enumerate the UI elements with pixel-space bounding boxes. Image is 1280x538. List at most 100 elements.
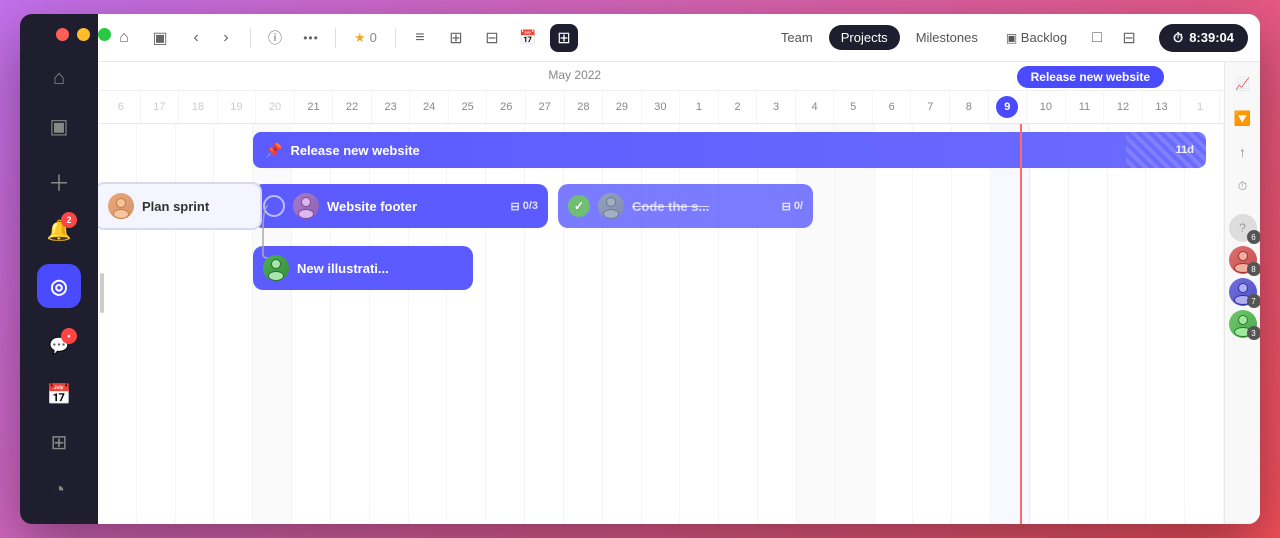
task-release-bar[interactable]: 📌 Release new website 11d (253, 132, 1206, 168)
avatar-unknown[interactable]: ? 6 (1229, 214, 1257, 242)
clock-time: 8:39:04 (1189, 30, 1234, 45)
sidebar-toggle-icon[interactable]: ▣ (146, 24, 174, 52)
sort-icon[interactable]: ↑ (1229, 138, 1257, 166)
gantt-area: May 2022 Release new website 6 17 18 19 … (98, 62, 1224, 524)
tab-projects[interactable]: Projects (829, 25, 900, 50)
day-m4: 4 (796, 91, 835, 123)
code-checkbox[interactable]: ✓ (568, 195, 590, 217)
cal-view-icon[interactable]: 📅 (514, 24, 542, 52)
days-row: 6 17 18 19 20 21 22 23 24 25 26 27 28 29 (98, 90, 1224, 123)
day-m13: 13 (1143, 91, 1182, 123)
today-line (1020, 124, 1022, 524)
tab-team[interactable]: Team (769, 25, 825, 50)
day-23: 23 (372, 91, 411, 123)
window-icon[interactable]: □ (1083, 24, 1111, 52)
website-footer-avatar (293, 193, 319, 219)
red-count: 8 (1247, 262, 1261, 276)
new-illustrati-avatar (263, 255, 289, 281)
grid-col-m6 (875, 124, 914, 524)
day-m14: 1 (1181, 91, 1220, 123)
gantt-view-icon[interactable]: ⊞ (550, 24, 578, 52)
gantt-container: May 2022 Release new website 6 17 18 19 … (98, 62, 1260, 524)
home-toolbar-icon[interactable]: ⌂ (110, 24, 138, 52)
green-count: 3 (1247, 326, 1261, 340)
task-new-illustrati[interactable]: New illustrati... (253, 246, 473, 290)
sidebar-item-layout[interactable]: ▣ (37, 104, 81, 148)
share-icon[interactable]: ⊟ (1115, 24, 1143, 52)
code-label: Code the s... (632, 199, 709, 214)
filter-icon[interactable]: 🔽 (1229, 104, 1257, 132)
toolbar: ⌂ ▣ ‹ › ⓘ ••• ★ 0 ≡ ⊞ ⊟ 📅 ⊞ Team Project (98, 14, 1260, 62)
sidebar-item-home[interactable]: ⌂ (37, 56, 81, 100)
sidebar-item-analytics[interactable]: ◔ (37, 468, 81, 512)
sidebar-item-chat[interactable]: 💬 • (37, 324, 81, 368)
tab-milestones[interactable]: Milestones (904, 25, 990, 50)
info-icon[interactable]: ⓘ (261, 24, 289, 52)
day-today: 9 (989, 91, 1028, 123)
grid-col-today (991, 124, 1030, 524)
release-duration: 11d (1176, 144, 1194, 156)
nav-tabs: Team Projects Milestones ▣ Backlog □ ⊟ (769, 24, 1143, 52)
analytics-icon[interactable]: 📈 (1229, 70, 1257, 98)
back-icon[interactable]: ‹ (182, 24, 210, 52)
avatar-purple[interactable]: 7 (1229, 278, 1257, 306)
day-m1: 1 (680, 91, 719, 123)
notification-badge: 2 (61, 212, 77, 228)
day-m7: 7 (911, 91, 950, 123)
day-m8: 8 (950, 91, 989, 123)
plan-sprint-avatar (108, 193, 134, 219)
website-footer-checkbox[interactable] (263, 195, 285, 217)
clock-icon: ⏱ (1173, 30, 1183, 46)
day-28: 28 (565, 91, 604, 123)
sep-1 (250, 28, 251, 48)
more-icon[interactable]: ••• (297, 24, 325, 52)
table-view-icon[interactable]: ⊟ (478, 24, 506, 52)
release-pin-icon: 📌 (265, 142, 282, 159)
grid-col-last (1185, 124, 1224, 524)
task-code[interactable]: ✓ Code the s... ⊟ (558, 184, 813, 228)
day-25: 25 (449, 91, 488, 123)
code-count: ⊟ 0/ (782, 200, 803, 213)
month-row: May 2022 Release new website (98, 62, 1224, 90)
star-button[interactable]: ★ 0 (346, 26, 385, 50)
day-6: 6 (102, 91, 141, 123)
list-view-icon[interactable]: ≡ (406, 24, 434, 52)
task-website-footer[interactable]: Website footer ⊟ 0/3 (253, 184, 548, 228)
code-avatar (598, 193, 624, 219)
day-19: 19 (218, 91, 257, 123)
close-button[interactable] (56, 28, 69, 41)
tab-backlog[interactable]: ▣ Backlog (994, 25, 1079, 50)
grid-col-m10 (1030, 124, 1069, 524)
gantt-header: May 2022 Release new website 6 17 18 19 … (98, 62, 1224, 124)
columns-view-icon[interactable]: ⊞ (442, 24, 470, 52)
release-milestone-badge[interactable]: Release new website (1017, 66, 1164, 88)
forward-icon[interactable]: › (212, 24, 240, 52)
grid-col-weekend-3 (836, 124, 875, 524)
day-m11: 11 (1066, 91, 1105, 123)
avatar-red[interactable]: 8 (1229, 246, 1257, 274)
sidebar-item-add[interactable]: ＋ (37, 160, 81, 204)
maximize-button[interactable] (98, 28, 111, 41)
day-21: 21 (295, 91, 334, 123)
website-footer-label: Website footer (327, 199, 417, 214)
time-icon[interactable]: ⏱ (1229, 172, 1257, 200)
main-content: ⌂ ▣ ‹ › ⓘ ••• ★ 0 ≡ ⊞ ⊟ 📅 ⊞ Team Project (98, 14, 1260, 524)
avatar-green[interactable]: 3 (1229, 310, 1257, 338)
day-17: 17 (141, 91, 180, 123)
day-18: 18 (179, 91, 218, 123)
grid-col-m11 (1069, 124, 1108, 524)
right-avatars: ? 6 8 (1229, 214, 1257, 338)
purple-count: 7 (1247, 294, 1261, 308)
sidebar-item-notifications[interactable]: 🔔 2 (37, 208, 81, 252)
clock-button[interactable]: ⏱ 8:39:04 (1159, 24, 1248, 52)
day-29: 29 (603, 91, 642, 123)
day-m3: 3 (757, 91, 796, 123)
drag-handle[interactable] (100, 273, 104, 313)
sidebar-item-grid[interactable]: ⊞ (37, 420, 81, 464)
minimize-button[interactable] (77, 28, 90, 41)
sidebar-item-calendar[interactable]: 📅 (37, 372, 81, 416)
day-m2: 2 (719, 91, 758, 123)
task-plan-sprint[interactable]: Plan sprint (98, 182, 262, 230)
sep-2 (335, 28, 336, 48)
release-hatch (1126, 132, 1206, 168)
